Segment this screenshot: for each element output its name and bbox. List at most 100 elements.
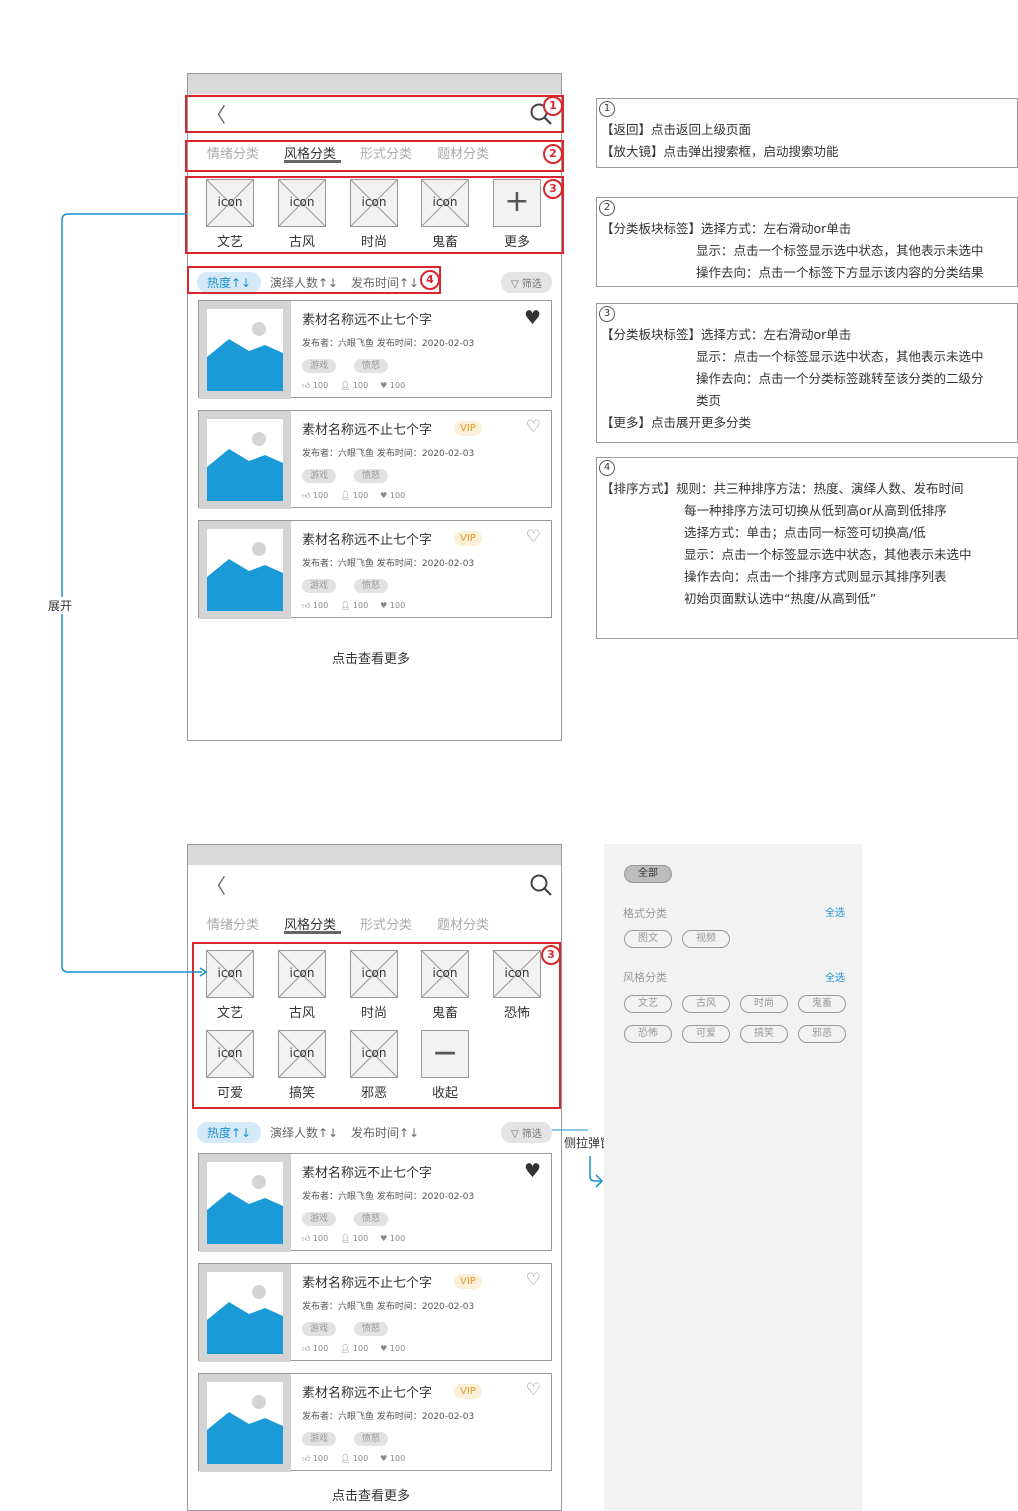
tab-active-indicator xyxy=(284,931,341,934)
tab-3[interactable]: 题材分类 xyxy=(437,914,489,933)
style-select-all[interactable]: 全选 xyxy=(825,969,845,984)
like-count: 100 xyxy=(312,601,329,610)
load-more-link[interactable]: 点击查看更多 xyxy=(332,1485,410,1504)
card-tag: 游戏 xyxy=(302,469,337,483)
thumbnail-image xyxy=(207,529,283,611)
status-bar xyxy=(188,74,561,94)
card-stats: 👍︎ 100 👤︎ 100 ♥ 100 xyxy=(302,381,405,391)
style-chip[interactable]: 搞笑 xyxy=(740,1025,788,1043)
user-count: 100 xyxy=(352,1454,369,1463)
thumbnail-image xyxy=(207,309,283,391)
thumbnail xyxy=(199,521,291,619)
user-icon: 👤︎ xyxy=(340,1344,353,1353)
thumbnail xyxy=(199,411,291,509)
material-card[interactable]: 素材名称远不止七个字 VIP 发布者：六眼飞鱼 发布时间：2020-02-03 游戏 愤… xyxy=(198,410,552,509)
format-chip[interactable]: 图文 xyxy=(624,930,672,948)
style-chip[interactable]: 鬼畜 xyxy=(798,995,846,1013)
material-card[interactable]: 素材名称远不止七个字 VIP 发布者：六眼飞鱼 发布时间：2020-02-03 游戏 愤… xyxy=(198,1263,552,1362)
thumbs-up-icon: 👍︎ xyxy=(302,1344,313,1353)
filter-label: 筛选 xyxy=(521,1129,542,1140)
thumbs-up-icon: 👍︎ xyxy=(302,1234,313,1243)
format-chip[interactable]: 视频 xyxy=(682,930,730,948)
like-count: 100 xyxy=(312,1344,329,1353)
tab-0[interactable]: 情绪分类 xyxy=(207,914,259,933)
filter-button[interactable]: ▽ 筛选 xyxy=(501,272,552,293)
card-stats: 👍︎ 100 👤︎ 100 ♥ 100 xyxy=(302,1234,405,1244)
note-line: 显示：点击一个标签显示选中状态，其他表示未选中 xyxy=(696,349,984,364)
image-placeholder-icon xyxy=(207,542,283,611)
user-icon: 👤︎ xyxy=(340,381,353,390)
tab-2[interactable]: 形式分类 xyxy=(360,914,412,933)
note-line: 初始页面默认选中“热度/从高到低” xyxy=(684,591,877,606)
user-icon: 👤︎ xyxy=(340,1234,353,1243)
favorite-heart-icon[interactable]: ♡ xyxy=(526,527,541,547)
chip-all[interactable]: 全部 xyxy=(624,865,672,883)
card-tag: 游戏 xyxy=(302,1322,337,1336)
thumbnail xyxy=(199,301,291,399)
sort-time[interactable]: 发布时间↑↓ xyxy=(351,1124,419,1141)
note-line: 【排序方式】规则：共三种排序方法：热度、演绎人数、发布时间 xyxy=(601,481,964,496)
vip-badge: VIP xyxy=(454,1274,482,1289)
material-card[interactable]: 素材名称远不止七个字 发布者：六眼飞鱼 发布时间：2020-02-03 游戏 愤怒 👍︎… xyxy=(198,1153,552,1252)
note-line: 【返回】点击返回上级页面 xyxy=(601,122,752,137)
favorite-heart-icon[interactable]: ♡ xyxy=(526,1380,541,1400)
thumbs-up-icon: 👍︎ xyxy=(302,491,313,500)
status-bar xyxy=(188,845,561,865)
card-title: 素材名称远不止七个字 xyxy=(302,1386,433,1401)
note-number: 3 xyxy=(599,306,615,322)
style-chip[interactable]: 文艺 xyxy=(624,995,672,1013)
card-tag: 愤怒 xyxy=(354,1432,389,1446)
thumbnail-image xyxy=(207,1272,283,1354)
note-line: 选择方式：单击；点击同一标签可切换高/低 xyxy=(684,525,926,540)
style-chip[interactable]: 时尚 xyxy=(740,995,788,1013)
style-chip[interactable]: 邪恶 xyxy=(798,1025,846,1043)
style-chip[interactable]: 古风 xyxy=(682,995,730,1013)
heart-count: 100 xyxy=(389,1454,406,1463)
like-count: 100 xyxy=(312,1454,329,1463)
heart-small-icon: ♥ xyxy=(380,1454,390,1463)
expand-label: 展开 xyxy=(48,597,73,614)
sort-performers[interactable]: 演绎人数↑↓ xyxy=(270,1124,338,1141)
card-tag: 愤怒 xyxy=(354,1322,389,1336)
card-stats: 👍︎ 100 👤︎ 100 ♥ 100 xyxy=(302,1454,405,1464)
heart-small-icon: ♥ xyxy=(380,601,390,610)
note-number: 1 xyxy=(599,101,615,117)
back-icon[interactable]: 〈 xyxy=(206,876,226,896)
thumbs-up-icon: 👍︎ xyxy=(302,381,313,390)
heart-count: 100 xyxy=(389,491,406,500)
thumbnail xyxy=(199,1154,291,1252)
vip-badge: VIP xyxy=(454,421,482,436)
format-select-all[interactable]: 全选 xyxy=(825,904,845,919)
note-line: 显示：点击一个标签显示选中状态，其他表示未选中 xyxy=(684,547,972,562)
load-more-link[interactable]: 点击查看更多 xyxy=(332,648,410,667)
style-section-title: 风格分类 xyxy=(623,971,667,984)
material-card[interactable]: 素材名称远不止七个字 VIP 发布者：六眼飞鱼 发布时间：2020-02-03 游戏 愤… xyxy=(198,520,552,619)
heart-count: 100 xyxy=(389,1344,406,1353)
search-icon[interactable] xyxy=(529,873,552,896)
annotation-marker: 4 xyxy=(420,270,440,290)
note-2: 2 【分类板块标签】选择方式：左右滑动or单击 显示：点击一个标签显示选中状态，其他… xyxy=(596,197,1018,287)
favorite-heart-icon[interactable]: ♥ xyxy=(524,1160,541,1182)
card-tag: 愤怒 xyxy=(354,1212,389,1226)
favorite-heart-icon[interactable]: ♥ xyxy=(524,307,541,329)
material-card[interactable]: 素材名称远不止七个字 VIP 发布者：六眼飞鱼 发布时间：2020-02-03 游戏 愤… xyxy=(198,1373,552,1472)
like-count: 100 xyxy=(312,381,329,390)
heart-count: 100 xyxy=(389,381,406,390)
note-3: 3 【分类板块标签】选择方式：左右滑动or单击 显示：点击一个标签显示选中状态，其他… xyxy=(596,303,1018,443)
thumbnail-image xyxy=(207,1162,283,1244)
filter-label: 筛选 xyxy=(521,279,542,290)
material-card[interactable]: 素材名称远不止七个字 发布者：六眼飞鱼 发布时间：2020-02-03 游戏 愤怒 👍︎… xyxy=(198,300,552,399)
sort-hot[interactable]: 热度↑↓ xyxy=(197,1122,262,1143)
note-number: 2 xyxy=(599,200,615,216)
thumbnail-image xyxy=(207,1382,283,1464)
style-chip[interactable]: 可爱 xyxy=(682,1025,730,1043)
filter-button[interactable]: ▽ 筛选 xyxy=(501,1122,552,1143)
card-title: 素材名称远不止七个字 xyxy=(302,423,433,438)
card-meta: 发布者：六眼飞鱼 发布时间：2020-02-03 xyxy=(302,339,475,349)
favorite-heart-icon[interactable]: ♡ xyxy=(526,417,541,437)
style-chip[interactable]: 恐怖 xyxy=(624,1025,672,1043)
annotation-marker: 3 xyxy=(541,945,561,965)
note-line: 【放大镜】点击弹出搜索框，启动搜索功能 xyxy=(601,144,839,159)
note-line: 操作去向：点击一个标签下方显示该内容的分类结果 xyxy=(696,265,984,280)
favorite-heart-icon[interactable]: ♡ xyxy=(526,1270,541,1290)
